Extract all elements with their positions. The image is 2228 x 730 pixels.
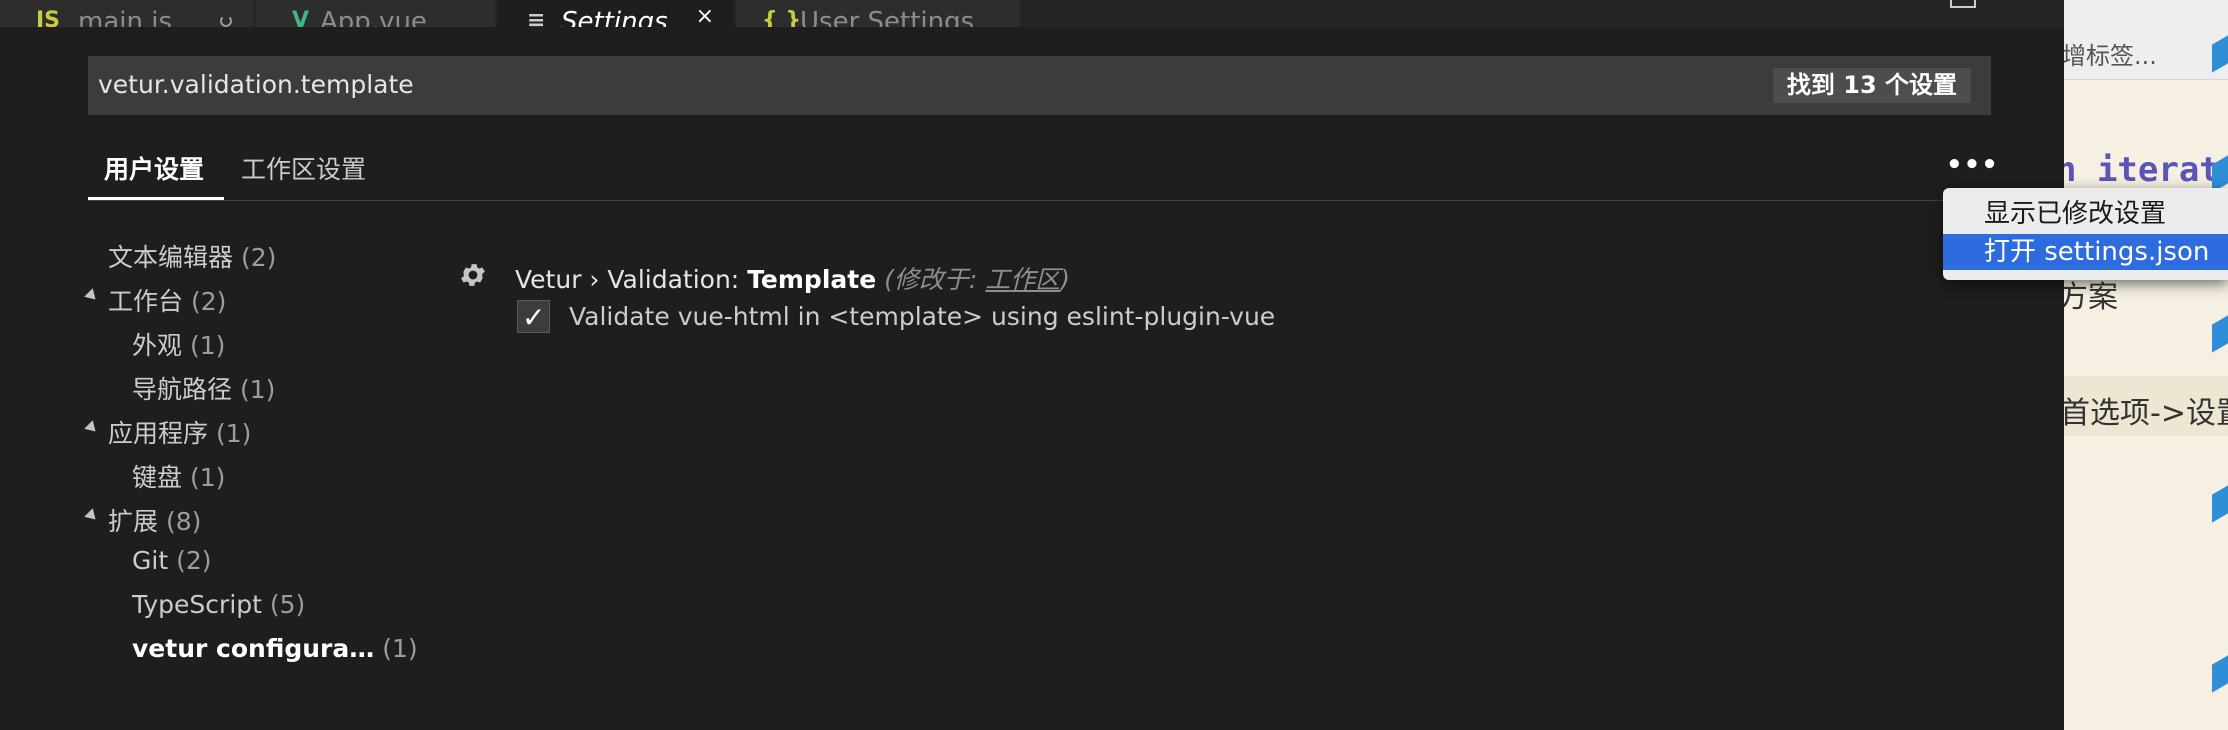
gear-icon[interactable] [458, 260, 488, 290]
background-text-line: 首选项->设置 [2064, 396, 2228, 431]
tab-settings[interactable]: ≡ Settings × [497, 0, 735, 27]
tab-label: User Settings [800, 7, 975, 27]
modified-in-label: (修改于: 工作区) [884, 265, 1071, 294]
menu-item-show-modified[interactable]: 显示已修改设置 [1943, 196, 2228, 232]
search-result-count-badge: 找到 13 个设置 [1772, 68, 1971, 103]
tab-user-settings[interactable]: { } User Settings [736, 0, 1021, 27]
toc-item-extensions[interactable]: 扩展 (8) [108, 502, 201, 538]
toc-item-breadcrumbs[interactable]: 导航路径 (1) [132, 370, 275, 406]
json-file-icon: { } [762, 8, 801, 27]
background-app-window: 增标签... n iterati 方案 首选项->设置 [2064, 0, 2228, 730]
settings-search-input[interactable]: vetur.validation.template 找到 13 个设置 [88, 56, 1991, 115]
toc-item-typescript[interactable]: TypeScript (5) [132, 590, 305, 619]
menu-item-open-settings-json[interactable]: 打开 settings.json [1943, 234, 2228, 270]
setting-name: Template [747, 265, 877, 294]
toc-item-workbench[interactable]: 工作台 (2) [108, 282, 226, 318]
toc-item-git[interactable]: Git (2) [132, 546, 212, 575]
code-snippet: n iterati [2064, 150, 2228, 190]
tab-label: App.vue [320, 7, 427, 27]
expand-arrow-icon[interactable] [84, 508, 100, 524]
setting-title: Vetur › Validation: Template (修改于: 工作区) [515, 260, 1070, 296]
unsaved-dot-icon[interactable] [220, 15, 232, 27]
more-actions-icon[interactable]: ••• [1946, 150, 1999, 180]
toc-item-text-editor[interactable]: 文本编辑器 (2) [108, 238, 276, 274]
validation-template-checkbox[interactable]: ✓ [517, 300, 550, 334]
toc-item-application[interactable]: 应用程序 (1) [108, 414, 251, 450]
tab-main-js[interactable]: JS main.js [0, 0, 255, 27]
expand-arrow-icon[interactable] [84, 288, 100, 304]
tab-app-vue[interactable]: V App.vue [256, 0, 496, 27]
check-icon: ✓ [522, 301, 546, 334]
editor-tab-bar: JS main.js V App.vue ≡ Settings × { } Us… [0, 0, 2064, 27]
toc-item-appearance[interactable]: 外观 (1) [132, 326, 225, 362]
workspace-link[interactable]: 工作区 [985, 265, 1060, 294]
tab-workspace-settings-scope[interactable]: 工作区设置 [241, 150, 366, 186]
more-actions-menu: 显示已修改设置 打开 settings.json [1943, 188, 2228, 280]
divider [88, 200, 1991, 201]
vscode-window: JS main.js V App.vue ≡ Settings × { } Us… [0, 0, 2228, 730]
toc-item-vetur[interactable]: vetur configura… (1) [132, 634, 418, 663]
toc-item-keyboard[interactable]: 键盘 (1) [132, 458, 225, 494]
vue-file-icon: V [292, 8, 310, 27]
expand-arrow-icon[interactable] [84, 420, 100, 436]
setting-description: Validate vue-html in <template> using es… [569, 302, 1276, 331]
close-icon[interactable]: × [696, 4, 714, 27]
tag-input-hint[interactable]: 增标签... [2064, 36, 2157, 71]
javascript-file-icon: JS [36, 8, 61, 27]
split-editor-icon[interactable] [1950, 0, 1976, 8]
tab-label: Settings [561, 7, 668, 27]
settings-file-icon: ≡ [527, 8, 546, 27]
tab-user-settings-scope[interactable]: 用户设置 [104, 150, 204, 186]
tab-label: main.js [78, 7, 172, 27]
search-query[interactable]: vetur.validation.template [98, 70, 414, 99]
setting-category: Vetur › Validation: [515, 265, 740, 294]
